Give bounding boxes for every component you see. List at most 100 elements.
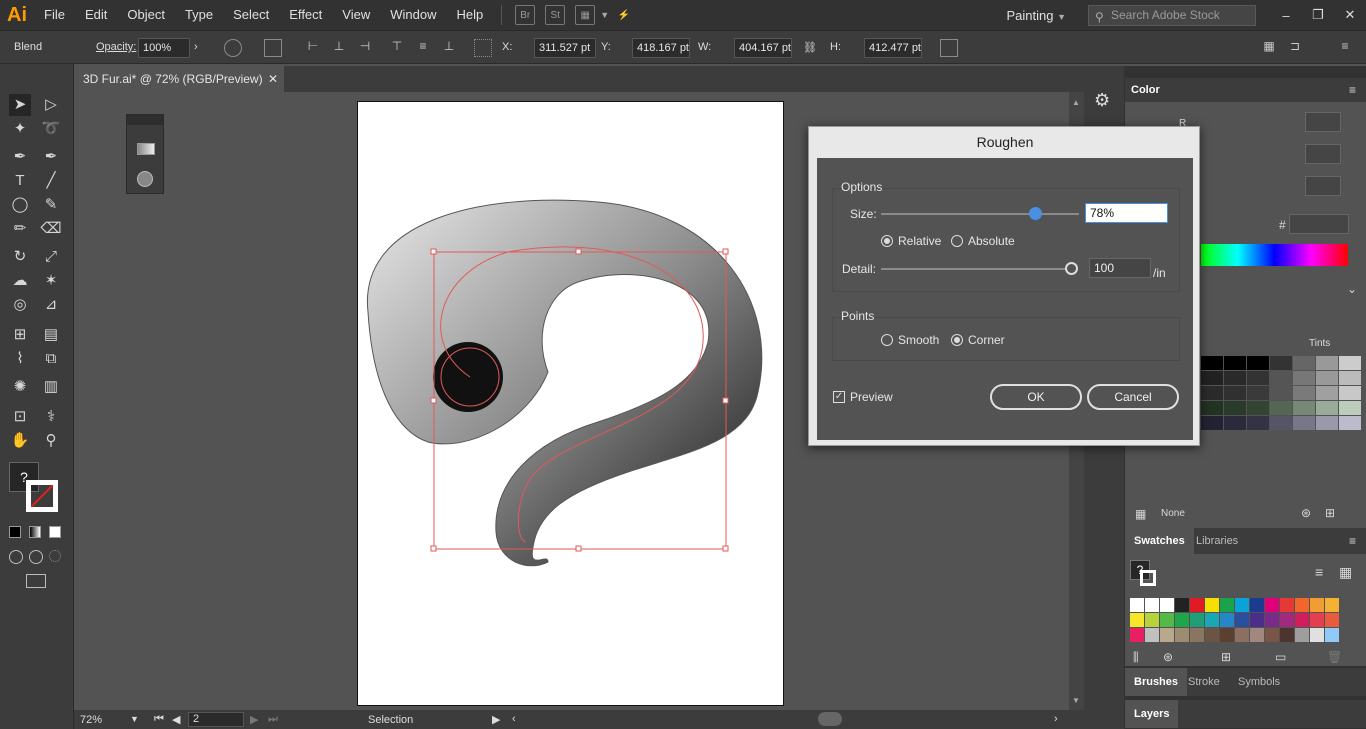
swatch[interactable] [1220, 628, 1234, 642]
absolute-radio[interactable] [951, 235, 963, 247]
menu-edit[interactable]: Edit [75, 0, 117, 30]
gradient-mode-icon[interactable] [29, 526, 41, 538]
tint-swatch[interactable] [1339, 401, 1361, 415]
tint-swatch[interactable] [1339, 371, 1361, 385]
menu-view[interactable]: View [332, 0, 380, 30]
swatch[interactable] [1280, 613, 1294, 627]
tint-swatch[interactable] [1270, 401, 1292, 415]
recolor-artwork-icon[interactable]: ⊛ [1301, 506, 1311, 520]
zoom-level[interactable]: 72% [80, 714, 102, 726]
prev-artboard-icon[interactable]: ◀ [172, 713, 180, 726]
swatch[interactable] [1205, 598, 1219, 612]
tint-swatch[interactable] [1270, 386, 1292, 400]
stroke-swatch[interactable] [26, 480, 58, 512]
opacity-label[interactable]: Opacity: [96, 41, 136, 53]
recolor-icon[interactable] [224, 39, 242, 57]
align-left-icon[interactable]: ⊢ [304, 39, 322, 57]
constrain-proportions-icon[interactable]: ⛓ [803, 41, 817, 54]
transparency-icon[interactable] [137, 171, 153, 187]
tint-swatch[interactable] [1247, 401, 1269, 415]
swatch[interactable] [1280, 628, 1294, 642]
tint-swatch[interactable] [1316, 356, 1338, 370]
tab-symbols[interactable]: Symbols [1229, 668, 1289, 696]
swatch-grid[interactable] [1130, 598, 1340, 646]
mesh-tool-icon[interactable]: ⊞ [9, 324, 31, 346]
tint-swatch[interactable] [1270, 371, 1292, 385]
align-top-icon[interactable]: ⊤ [388, 39, 406, 57]
tint-swatch[interactable] [1293, 371, 1315, 385]
swatch[interactable] [1310, 628, 1324, 642]
swatch[interactable] [1265, 613, 1279, 627]
tint-swatch[interactable] [1339, 386, 1361, 400]
menu-object[interactable]: Object [117, 0, 175, 30]
eraser-tool-icon[interactable]: ⌫ [40, 218, 62, 240]
swatch[interactable] [1235, 613, 1249, 627]
tint-swatch[interactable] [1247, 356, 1269, 370]
arrange-documents-icon[interactable]: ▦ [575, 5, 596, 25]
tint-swatch[interactable] [1339, 356, 1361, 370]
tint-swatch[interactable] [1201, 386, 1223, 400]
new-swatch-group-icon[interactable]: ⊞ [1325, 506, 1335, 520]
perspective-grid-tool-icon[interactable]: ⊿ [40, 294, 62, 316]
zoom-tool-icon[interactable]: ⚲ [40, 430, 62, 452]
gradient-tool-icon[interactable]: ▤ [40, 324, 62, 346]
list-view-icon[interactable]: ≡ [1315, 564, 1323, 580]
tint-swatch[interactable] [1201, 371, 1223, 385]
g-value-field[interactable] [1305, 144, 1341, 164]
swatch[interactable] [1280, 598, 1294, 612]
tint-swatch[interactable] [1224, 401, 1246, 415]
settings-gear-icon[interactable]: ⚙ [1094, 90, 1110, 111]
lasso-tool-icon[interactable]: ➰ [40, 118, 62, 140]
tint-swatch[interactable] [1247, 371, 1269, 385]
menu-window[interactable]: Window [380, 0, 446, 30]
menu-effect[interactable]: Effect [279, 0, 332, 30]
swatch[interactable] [1220, 613, 1234, 627]
swatch[interactable] [1325, 628, 1339, 642]
document-tab[interactable]: 3D Fur.ai* @ 72% (RGB/Preview) ✕ [74, 66, 284, 92]
swatch[interactable] [1130, 628, 1144, 642]
swatch[interactable] [1190, 613, 1204, 627]
panel-menu-icon[interactable]: ≡ [1349, 83, 1356, 97]
swatch[interactable] [1175, 628, 1189, 642]
tab-swatches[interactable]: Swatches [1125, 528, 1194, 554]
close-window-button[interactable]: ✕ [1334, 7, 1366, 23]
gpu-performance-icon[interactable]: ⚡ [614, 5, 634, 25]
menu-file[interactable]: File [34, 0, 75, 30]
smooth-radio[interactable] [881, 334, 893, 346]
align-bottom-icon[interactable]: ⊥ [440, 39, 458, 57]
tint-swatch[interactable] [1293, 416, 1315, 430]
first-artboard-icon[interactable]: ⏮ [154, 713, 164, 726]
chevron-down-icon[interactable]: ▼ [600, 10, 609, 20]
swatch[interactable] [1250, 613, 1264, 627]
artboard-tool-icon[interactable]: ⊡ [9, 406, 31, 428]
chevron-down-icon[interactable]: ⌄ [1347, 282, 1357, 296]
tint-swatch[interactable] [1247, 386, 1269, 400]
draw-behind-icon[interactable] [29, 550, 43, 564]
swatch[interactable] [1325, 598, 1339, 612]
hex-value-field[interactable] [1289, 214, 1349, 234]
ok-button[interactable]: OK [990, 384, 1082, 410]
slice-tool-icon[interactable]: ⚕ [40, 406, 62, 428]
none-mode-icon[interactable] [49, 526, 61, 538]
color-panel-title[interactable]: Color [1131, 84, 1160, 96]
puppet-warp-tool-icon[interactable]: ✶ [40, 270, 62, 292]
swatch[interactable] [1295, 613, 1309, 627]
last-artboard-icon[interactable]: ⏭ [268, 713, 278, 726]
tab-stroke[interactable]: Stroke [1179, 668, 1229, 696]
swatch[interactable] [1220, 598, 1234, 612]
reference-point-icon[interactable] [474, 39, 492, 57]
swatch-options-icon[interactable]: ⊞ [1221, 650, 1231, 664]
column-graph-tool-icon[interactable]: ▥ [40, 376, 62, 398]
swatch[interactable] [1250, 598, 1264, 612]
color-mode-icon[interactable] [9, 526, 21, 538]
menu-select[interactable]: Select [223, 0, 279, 30]
tint-swatch[interactable] [1247, 416, 1269, 430]
new-color-group-icon[interactable]: ▭ [1275, 650, 1286, 664]
tint-swatch[interactable] [1316, 371, 1338, 385]
opacity-field[interactable]: 100% [138, 38, 190, 58]
chevron-down-icon[interactable]: ▼ [130, 714, 139, 724]
grid-view-icon[interactable]: ▦ [1339, 564, 1352, 581]
tint-swatch[interactable] [1339, 416, 1361, 430]
tint-swatch[interactable] [1224, 371, 1246, 385]
stock-icon[interactable]: St [545, 5, 566, 25]
